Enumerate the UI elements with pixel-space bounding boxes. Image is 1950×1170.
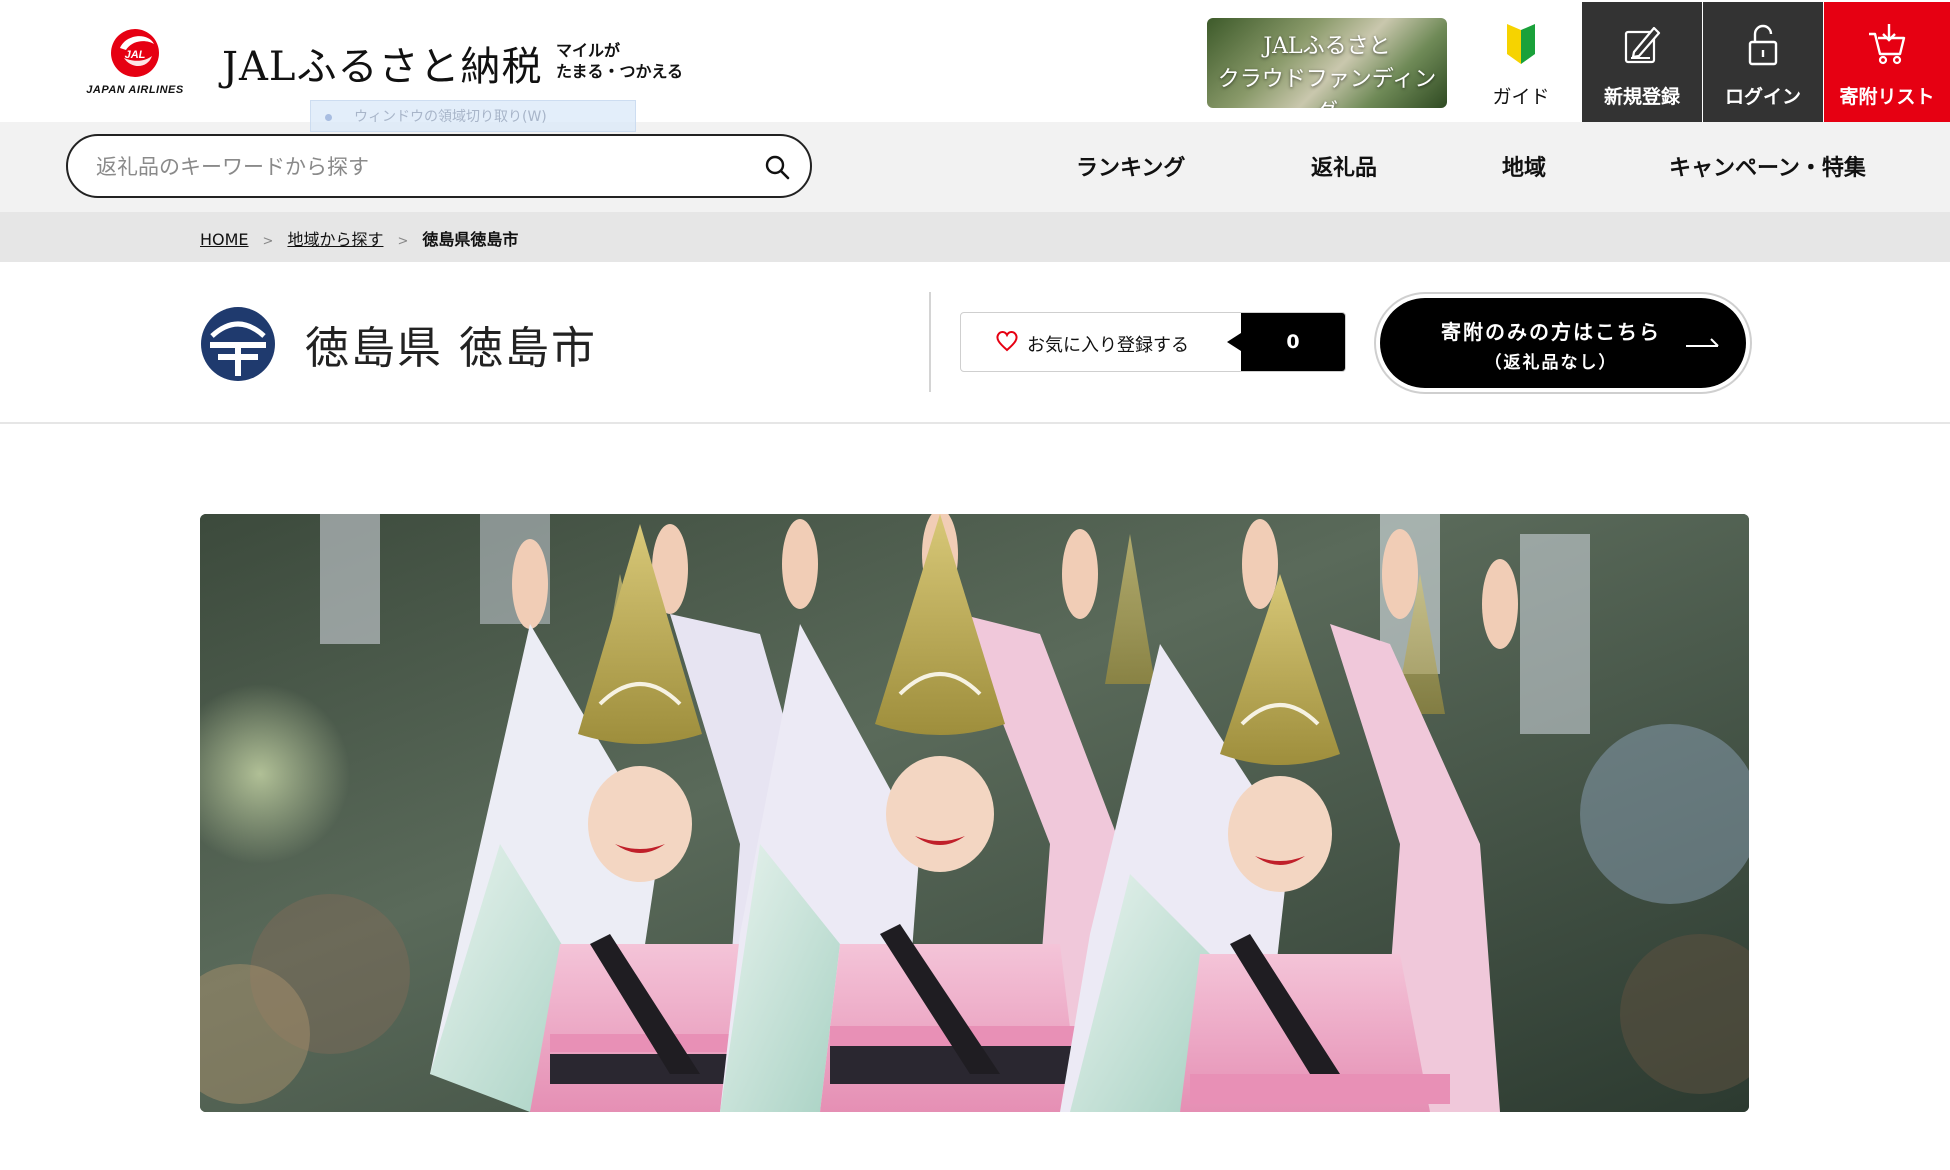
hero-image bbox=[200, 514, 1749, 1112]
register-label: 新規登録 bbox=[1603, 86, 1680, 108]
crowdfunding-line1: JALふるさと bbox=[1263, 34, 1391, 59]
padlock-icon bbox=[1748, 24, 1778, 66]
cart-icon bbox=[1869, 24, 1906, 65]
jal-crane-icon: JAL bbox=[111, 29, 159, 77]
crowdfunding-banner[interactable]: JALふるさと クラウドファンディング bbox=[1207, 18, 1447, 108]
search-icon[interactable] bbox=[764, 154, 790, 180]
search-input[interactable] bbox=[94, 150, 718, 184]
edit-form-icon bbox=[1624, 26, 1661, 64]
vertical-divider bbox=[929, 292, 931, 392]
main-navbar: ランキング 返礼品 地域 キャンペーン・特集 bbox=[0, 122, 1950, 212]
breadcrumb-region[interactable]: 地域から探す bbox=[287, 230, 383, 249]
heart-icon bbox=[996, 331, 1018, 352]
crowdfunding-text: JALふるさと クラウドファンディング bbox=[1207, 30, 1447, 108]
site-title[interactable]: JALふるさと納税 bbox=[222, 34, 542, 92]
search-box[interactable] bbox=[66, 134, 812, 198]
site-tagline: マイルが たまる・つかえる bbox=[556, 40, 696, 82]
awa-odori-dancers-photo bbox=[200, 514, 1749, 1112]
favorite-label: お気に入り登録する bbox=[1027, 335, 1189, 356]
jal-logo[interactable]: JAL JAPAN AIRLINES bbox=[70, 28, 200, 100]
svg-text:JAL: JAL bbox=[125, 49, 146, 61]
breadcrumb-separator-icon: > bbox=[397, 234, 409, 249]
overlay-text: ウィンドウの領域切り取り(W) bbox=[354, 109, 547, 125]
tagline-line1: マイルが bbox=[556, 41, 621, 60]
favorite-count: 0 bbox=[1227, 313, 1345, 371]
city-emblem-icon bbox=[201, 307, 275, 381]
donate-only-button[interactable]: 寄附のみの方はこちら （返礼品なし） bbox=[1380, 298, 1746, 388]
breadcrumb-current: 徳島県徳島市 bbox=[422, 230, 519, 249]
arrow-right-icon bbox=[1686, 338, 1719, 347]
guide-label: ガイド bbox=[1492, 86, 1550, 108]
donate-only-line2: （返礼品なし） bbox=[1484, 353, 1618, 373]
nav-ranking[interactable]: ランキング bbox=[1076, 150, 1185, 182]
login-label: ログイン bbox=[1724, 86, 1801, 108]
tagline-line2: たまる・つかえる bbox=[556, 62, 684, 81]
site-header: JAL JAPAN AIRLINES JALふるさと納税 マイルが たまる・つか… bbox=[0, 0, 1950, 132]
breadcrumb-home[interactable]: HOME bbox=[200, 230, 249, 249]
crowdfunding-line2: クラウドファンディング bbox=[1217, 67, 1437, 108]
donation-list-label: 寄附リスト bbox=[1839, 86, 1935, 108]
nav-region[interactable]: 地域 bbox=[1502, 150, 1546, 182]
donation-list-button[interactable]: 寄附リスト bbox=[1824, 2, 1950, 122]
register-button[interactable]: 新規登録 bbox=[1582, 2, 1702, 122]
login-button[interactable]: ログイン bbox=[1703, 2, 1823, 122]
guide-button[interactable]: ガイド bbox=[1461, 2, 1581, 122]
bullet-icon bbox=[325, 113, 332, 121]
breadcrumb-bar: HOME > 地域から探す > 徳島県徳島市 bbox=[0, 212, 1950, 262]
breadcrumb-separator-icon: > bbox=[262, 234, 274, 249]
municipality-header: 徳島県 徳島市 お気に入り登録する 0 寄附のみの方はこちら （返礼品なし） bbox=[0, 262, 1950, 424]
municipality-name: 徳島県 徳島市 bbox=[305, 323, 597, 374]
airline-name: JAPAN AIRLINES bbox=[86, 84, 184, 96]
snipping-tooltip-overlay: ウィンドウの領域切り取り(W) bbox=[310, 100, 636, 132]
favorite-button[interactable]: お気に入り登録する 0 bbox=[960, 312, 1346, 372]
beginner-mark-icon bbox=[1507, 24, 1535, 64]
nav-campaign[interactable]: キャンペーン・特集 bbox=[1669, 150, 1866, 182]
breadcrumb: HOME > 地域から探す > 徳島県徳島市 bbox=[200, 226, 518, 250]
nav-gifts[interactable]: 返礼品 bbox=[1311, 150, 1377, 182]
